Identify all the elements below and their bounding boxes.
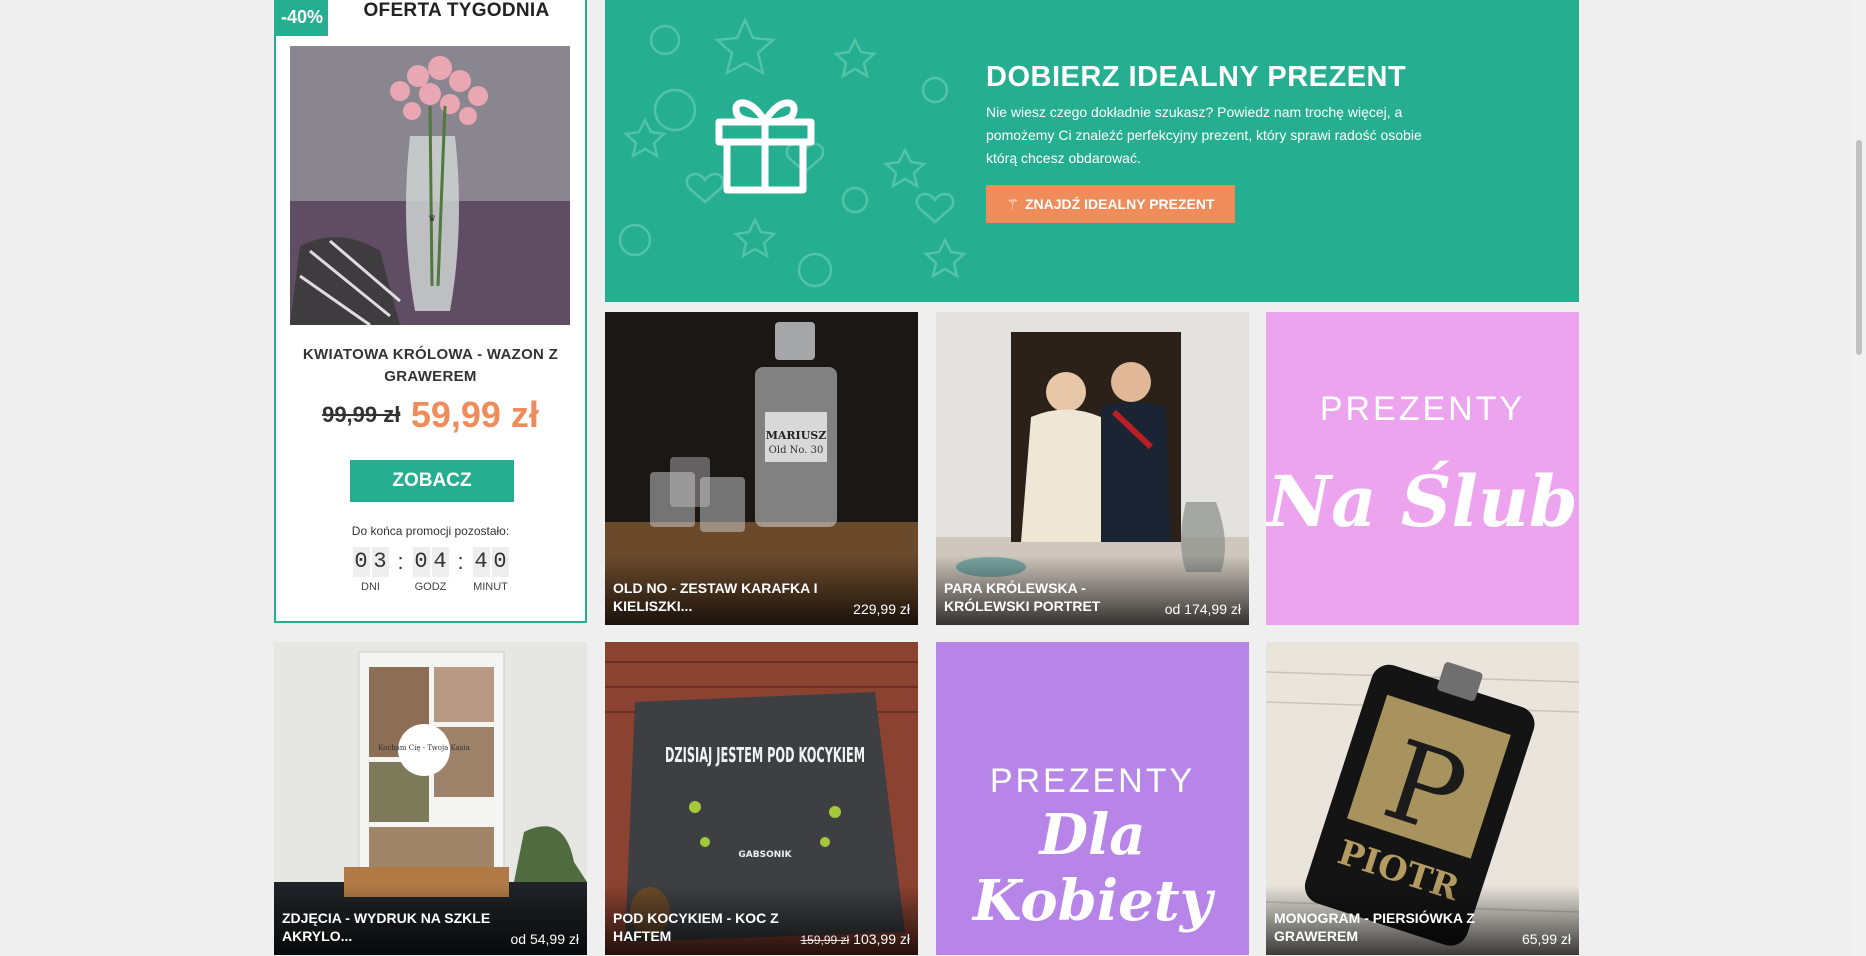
offer-new-price: 59,99 zł xyxy=(410,394,539,435)
page-scrollbar[interactable] xyxy=(1852,0,1866,956)
days-digit: 3 xyxy=(371,547,389,577)
photo-caption-text: Kocham Cię - Twoja Kasia xyxy=(378,744,470,752)
countdown-minutes: 40 MINUT xyxy=(469,547,513,593)
timer-separator: : xyxy=(457,549,464,574)
decanter-label-name: MARIUSZ xyxy=(766,429,827,442)
hours-label: GODZ xyxy=(414,581,447,593)
product-price: 159,99 zł 103,99 zł xyxy=(800,931,910,947)
scrollbar-thumb[interactable] xyxy=(1856,140,1862,355)
offer-prices: 99,99 zł 59,99 zł xyxy=(276,394,585,436)
product-name[interactable]: POD KOCYKIEM - KOC Z HAFTEM xyxy=(613,909,828,945)
promo-label: PREZENTY xyxy=(1319,390,1526,428)
minutes-digit: 0 xyxy=(491,547,509,577)
weekly-offer-title: OFERTA TYGODNIA xyxy=(363,0,550,21)
gift-icon xyxy=(715,99,815,194)
countdown-hours: 04 GODZ xyxy=(409,547,453,593)
product-current-price: 103,99 zł xyxy=(853,931,910,947)
discount-badge: -40% xyxy=(276,0,328,36)
magic-wand-icon: ⚚ xyxy=(1006,196,1019,212)
product-tile[interactable]: Kocham Cię - Twoja Kasia ZDJĘCIA - WYDRU… xyxy=(274,642,587,955)
days-label: DNI xyxy=(361,581,380,593)
blanket-embroidery-text: DZISIAJ JESTEM POD KOCYKIEM xyxy=(665,743,865,767)
hours-digit: 4 xyxy=(431,547,449,577)
product-price: od 174,99 zł xyxy=(1164,601,1241,617)
product-price: 229,99 zł xyxy=(853,601,910,617)
product-old-price: 159,99 zł xyxy=(800,933,850,947)
promo-category: Na Ślub xyxy=(1267,460,1578,543)
decanter-label-sub: Old No. 30 xyxy=(769,445,824,456)
countdown-label: Do końca promocji pozostało: xyxy=(351,524,510,538)
timer-separator: : xyxy=(397,549,404,574)
banner-description: Nie wiesz czego dokładnie szukasz? Powie… xyxy=(986,104,1422,166)
product-name[interactable]: ZDJĘCIA - WYDRUK NA SZKLE AKRYLO... xyxy=(282,909,497,945)
product-name[interactable]: PARA KRÓLEWSKA - KRÓLEWSKI PORTRET xyxy=(944,579,1159,615)
find-gift-button[interactable]: ⚚ ZNAJDŹ IDEALNY PREZENT xyxy=(986,185,1235,223)
find-gift-button-label: ZNAJDŹ IDEALNY PREZENT xyxy=(1025,196,1215,212)
zobacz-button[interactable]: ZOBACZ xyxy=(350,460,514,502)
countdown-timer: 03 DNI : 04 GODZ : 40 MINUT xyxy=(276,547,585,593)
product-tile[interactable]: P PIOTR MONOGRAM - PIERSIÓWKA Z GRAWEREM… xyxy=(1266,642,1579,955)
blanket-brand-text: GABSONIK xyxy=(738,850,792,860)
days-digit: 0 xyxy=(352,547,370,577)
product-price: 65,99 zł xyxy=(1521,931,1571,947)
minutes-digit: 4 xyxy=(472,547,490,577)
hours-digit: 0 xyxy=(412,547,430,577)
product-price: od 54,99 zł xyxy=(510,931,580,947)
weekly-offer-card: -40% OFERTA TYGODNIA ♛ KWIATOWA KRÓLOWA … xyxy=(274,0,587,623)
minutes-label: MINUT xyxy=(473,581,508,593)
category-tile-women[interactable]: PREZENTY Dla Kobiety xyxy=(936,642,1249,955)
svg-text:♛: ♛ xyxy=(428,214,436,224)
category-tile-wedding[interactable]: PREZENTY Na Ślub xyxy=(1266,312,1579,625)
promo-label: PREZENTY xyxy=(989,762,1196,800)
banner-title: DOBIERZ IDEALNY PREZENT xyxy=(986,61,1407,93)
offer-old-price: 99,99 zł xyxy=(322,402,401,427)
product-name[interactable]: MONOGRAM - PIERSIÓWKA Z GRAWEREM xyxy=(1274,909,1489,945)
product-tile[interactable]: Old No. 30 MARIUSZ OLD NO - ZESTAW KARAF… xyxy=(605,312,918,625)
promo-category: Dla Kobiety xyxy=(972,802,1213,934)
gift-finder-banner: DOBIERZ IDEALNY PREZENT Nie wiesz czego … xyxy=(605,0,1579,302)
vase-product-image[interactable]: ♛ xyxy=(290,46,570,325)
offer-product-name[interactable]: KWIATOWA KRÓLOWA - WAZON Z GRAWEREM xyxy=(286,344,575,388)
product-tile[interactable]: PARA KRÓLEWSKA - KRÓLEWSKI PORTRET od 17… xyxy=(936,312,1249,625)
product-name[interactable]: OLD NO - ZESTAW KARAFKA I KIELISZKI... xyxy=(613,579,828,615)
product-tile[interactable]: DZISIAJ JESTEM POD KOCYKIEM GABSONIK POD… xyxy=(605,642,918,955)
countdown-days: 03 DNI xyxy=(349,547,393,593)
